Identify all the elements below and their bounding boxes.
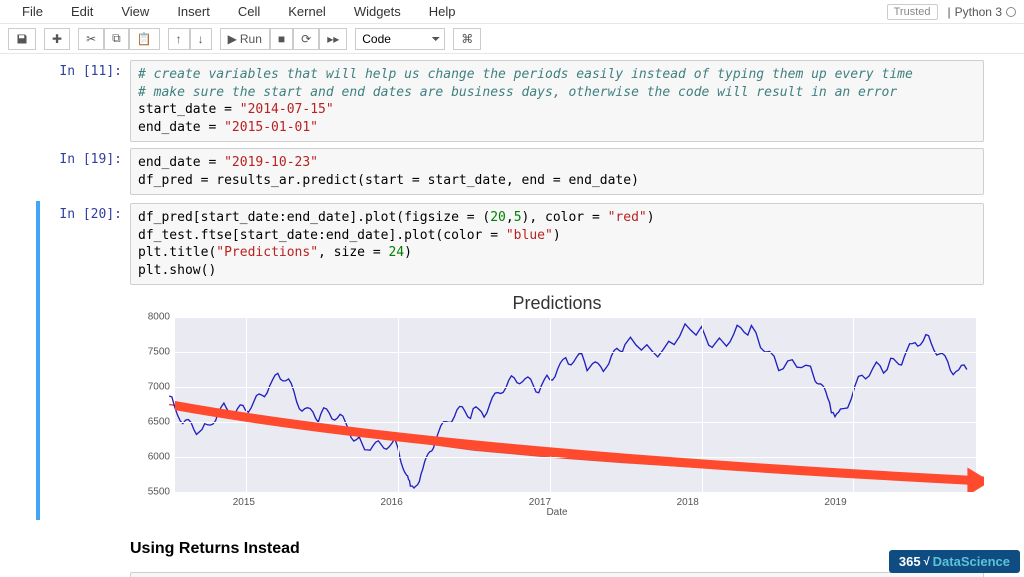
predictions-chart: Predictions 5500 6000 6500 7000 7500 8000 201… xyxy=(130,293,984,518)
code-input[interactable]: end_date = "2019-10-23" df_pred = result… xyxy=(130,148,984,195)
markdown-cell[interactable]: Using Returns Instead xyxy=(40,526,984,566)
y-tick: 7500 xyxy=(130,347,170,358)
y-tick: 5500 xyxy=(130,487,170,498)
paste-button[interactable]: 📋 xyxy=(129,28,160,50)
in-prompt: In [ ]: xyxy=(40,572,130,577)
menu-view[interactable]: View xyxy=(107,2,163,21)
menu-cell[interactable]: Cell xyxy=(224,2,274,21)
menu-bar: File Edit View Insert Cell Kernel Widget… xyxy=(0,0,1024,24)
code-cell[interactable]: In [11]: # create variables that will he… xyxy=(40,60,984,142)
code-cell-selected[interactable]: In [20]: df_pred[start_date:end_date].pl… xyxy=(36,201,984,520)
kernel-status-icon xyxy=(1006,7,1016,17)
in-prompt: In [20]: xyxy=(40,203,130,518)
x-axis-label: Date xyxy=(546,507,567,518)
code-cell[interactable]: In [19]: end_date = "2019-10-23" df_pred… xyxy=(40,148,984,195)
notebook-container: In [11]: # create variables that will he… xyxy=(0,54,1024,577)
menu-widgets[interactable]: Widgets xyxy=(340,2,415,21)
x-tick: 2019 xyxy=(824,497,846,508)
cell-output: Predictions 5500 6000 6500 7000 7500 8000 201… xyxy=(130,285,984,518)
x-tick: 2016 xyxy=(381,497,403,508)
y-tick: 7000 xyxy=(130,382,170,393)
menu-file[interactable]: File xyxy=(8,2,57,21)
celltype-select[interactable]: Code xyxy=(355,28,445,50)
kernel-indicator[interactable]: | Python 3 xyxy=(948,5,1017,19)
watermark-logo: 365√DataScience xyxy=(889,550,1020,573)
y-tick: 6500 xyxy=(130,417,170,428)
code-input[interactable]: df_pred[start_date:end_date].plot(figsiz… xyxy=(130,203,984,285)
plot-area xyxy=(175,317,976,492)
menu-kernel[interactable]: Kernel xyxy=(274,2,340,21)
toolbar: ✚ ✂ ⧉ 📋 ↑ ↓ ▶ Run ■ ⟳ ▸▸ Code ⌘ xyxy=(0,24,1024,54)
command-palette-button[interactable]: ⌘ xyxy=(453,28,481,50)
menu-insert[interactable]: Insert xyxy=(163,2,224,21)
kernel-name: Python 3 xyxy=(955,5,1002,19)
move-down-button[interactable]: ↓ xyxy=(190,28,212,50)
run-button[interactable]: ▶ Run xyxy=(220,28,270,50)
series-red xyxy=(169,405,967,479)
trusted-badge[interactable]: Trusted xyxy=(887,4,938,20)
x-tick: 2018 xyxy=(677,497,699,508)
code-cell-empty[interactable]: In [ ]: xyxy=(40,572,984,577)
in-prompt: In [19]: xyxy=(40,148,130,195)
interrupt-button[interactable]: ■ xyxy=(270,28,293,50)
y-tick: 6000 xyxy=(130,452,170,463)
y-tick: 8000 xyxy=(130,312,170,323)
cut-button[interactable]: ✂ xyxy=(78,28,104,50)
add-cell-button[interactable]: ✚ xyxy=(44,28,70,50)
code-input[interactable]: # create variables that will help us cha… xyxy=(130,60,984,142)
code-input[interactable] xyxy=(130,572,984,577)
save-button[interactable] xyxy=(8,28,36,50)
move-up-button[interactable]: ↑ xyxy=(168,28,190,50)
restart-run-all-button[interactable]: ▸▸ xyxy=(319,28,347,50)
markdown-heading: Using Returns Instead xyxy=(130,526,984,566)
series-blue xyxy=(169,324,967,488)
run-label: Run xyxy=(240,32,262,46)
chart-title: Predictions xyxy=(130,293,984,314)
in-prompt: In [11]: xyxy=(40,60,130,142)
restart-button[interactable]: ⟳ xyxy=(293,28,319,50)
copy-button[interactable]: ⧉ xyxy=(104,28,129,50)
menu-help[interactable]: Help xyxy=(415,2,470,21)
menu-edit[interactable]: Edit xyxy=(57,2,107,21)
md-prompt xyxy=(40,526,130,566)
x-tick: 2015 xyxy=(233,497,255,508)
